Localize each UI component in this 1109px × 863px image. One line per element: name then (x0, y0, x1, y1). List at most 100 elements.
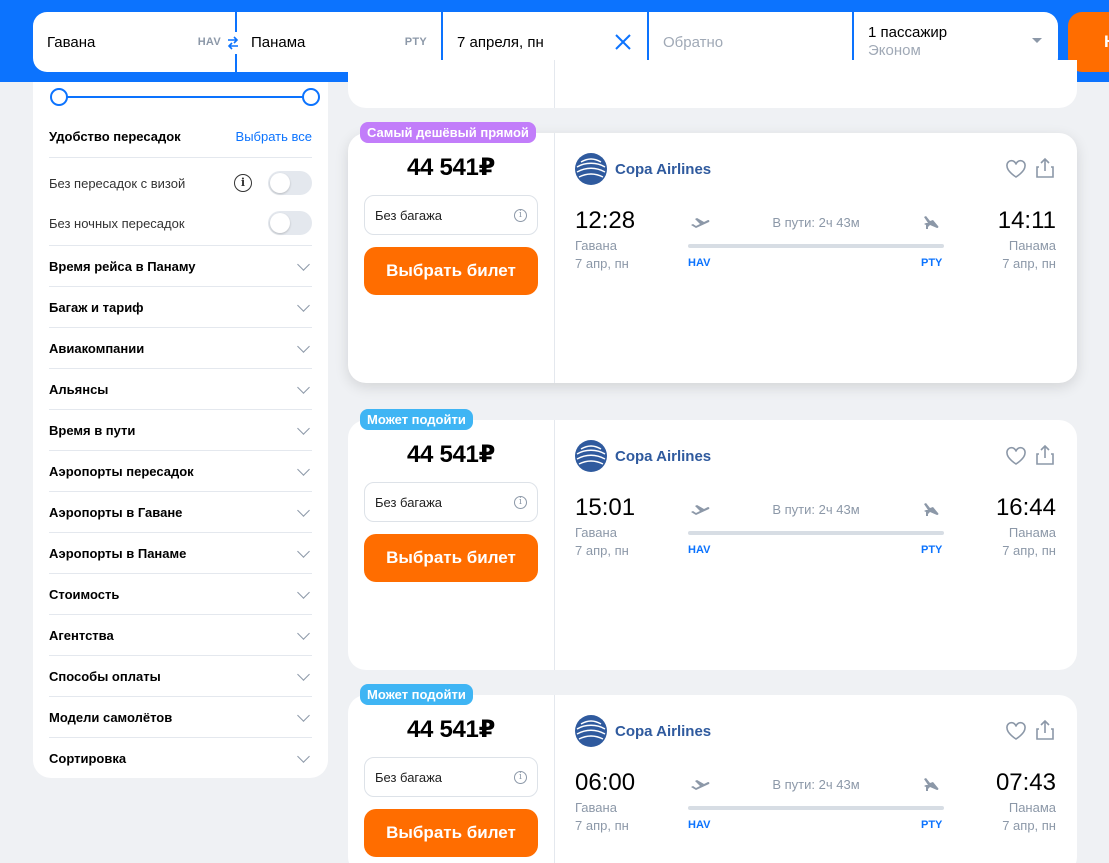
passengers-count: 1 пассажир (868, 24, 948, 41)
heart-icon[interactable] (1005, 446, 1027, 466)
filter-section-label: Стоимость (49, 586, 120, 602)
select-ticket-button[interactable]: Выбрать билет (364, 534, 538, 582)
airline-logo-icon (575, 153, 607, 185)
flight-duration: В пути: 2ч 43м (772, 777, 860, 792)
filter-section-label: Время в пути (49, 422, 136, 438)
origin-city: Гавана (47, 33, 96, 51)
info-icon[interactable]: i (514, 208, 527, 222)
origin-field[interactable]: Гавана HAV (33, 12, 244, 72)
filter-section-label: Авиакомпании (49, 340, 145, 356)
filter-section[interactable]: Агентства (49, 615, 312, 656)
info-icon[interactable]: i (514, 770, 527, 784)
filter-section[interactable]: Способы оплаты (49, 656, 312, 697)
depart-date: 7 апреля, пн (457, 33, 544, 51)
chevron-down-icon (297, 462, 310, 476)
return-placeholder: Обратно (663, 33, 724, 51)
select-ticket-button[interactable]: Выбрать билет (364, 809, 538, 857)
night-transfer-toggle[interactable] (268, 211, 312, 235)
origin-iata: HAV (197, 36, 221, 48)
landing-plane-icon (924, 216, 939, 229)
baggage-option[interactable]: Без багажа i (364, 757, 538, 797)
chevron-down-icon (297, 503, 310, 517)
arrival-time: 14:11 (997, 207, 1056, 234)
ticket-card[interactable]: Самый дешёвый прямой 44 541₽ Без багажа … (348, 122, 1077, 383)
landing-plane-icon (924, 503, 939, 516)
ticket-card-previous (348, 60, 1077, 108)
filters-sidebar: Удобство пересадок Выбрать все Без перес… (33, 82, 328, 778)
filter-section[interactable]: Стоимость (49, 574, 312, 615)
close-icon[interactable] (613, 32, 633, 52)
filter-section[interactable]: Сортировка (49, 738, 312, 779)
flight-track (688, 244, 944, 248)
ticket-card[interactable]: Может подойти 44 541₽ Без багажа i Выбра… (348, 684, 1077, 863)
filter-section[interactable]: Аэропорты в Панаме (49, 533, 312, 574)
departure-date: 7 апр, пн (575, 818, 629, 833)
toggle-label: Без пересадок с визой (49, 175, 186, 191)
flight-duration: В пути: 2ч 43м (772, 215, 860, 230)
departure-time: 15:01 (575, 494, 636, 521)
transfers-filter-header: Удобство пересадок Выбрать все (49, 129, 312, 144)
range-handle-min[interactable] (50, 88, 68, 106)
ticket-price: 44 541₽ (406, 716, 495, 743)
chevron-down-icon (297, 750, 310, 763)
share-icon[interactable] (1035, 444, 1055, 466)
airline-name: Copa Airlines (615, 722, 712, 740)
range-handle-max[interactable] (302, 88, 320, 106)
filter-section[interactable]: Время в пути (49, 410, 312, 451)
arrival-city: Панама (1008, 238, 1056, 253)
swap-icon[interactable] (222, 32, 244, 54)
baggage-option[interactable]: Без багажа i (364, 195, 538, 235)
chevron-down-icon (297, 421, 310, 435)
flight-track (688, 531, 944, 535)
visa-transfer-toggle[interactable] (268, 171, 312, 195)
select-ticket-button[interactable]: Выбрать билет (364, 247, 538, 295)
filter-section[interactable]: Аэропорты пересадок (49, 451, 312, 492)
select-all-link[interactable]: Выбрать все (236, 129, 312, 144)
heart-icon[interactable] (1005, 159, 1027, 179)
filter-section-label: Модели самолётов (49, 709, 173, 725)
chevron-down-icon (297, 626, 310, 640)
info-icon[interactable]: i (234, 174, 252, 192)
arrival-date: 7 апр, пн (1002, 256, 1056, 271)
ticket-card[interactable]: Может подойти 44 541₽ Без багажа i Выбра… (348, 409, 1077, 670)
divider (49, 157, 312, 158)
departure-date: 7 апр, пн (575, 543, 629, 558)
divider (554, 133, 555, 383)
arrival-date: 7 апр, пн (1002, 818, 1056, 833)
destination-iata: PTY (404, 36, 427, 48)
ticket-badge: Может подойти (360, 409, 473, 430)
airline-name: Copa Airlines (615, 160, 712, 178)
filter-section[interactable]: Авиакомпании (49, 328, 312, 369)
baggage-option[interactable]: Без багажа i (364, 482, 538, 522)
departure-city: Гавана (575, 525, 617, 540)
departure-city: Гавана (575, 800, 617, 815)
share-icon[interactable] (1035, 719, 1055, 741)
range-slider[interactable] (50, 88, 320, 106)
info-icon[interactable]: i (514, 495, 527, 509)
filter-section[interactable]: Аэропорты в Гаване (49, 492, 312, 533)
toggle-row-night: Без ночных пересадок (49, 210, 312, 236)
filter-section-label: Время рейса в Панаму (49, 258, 196, 274)
chevron-down-icon (297, 298, 310, 312)
cabin-class: Эконом (868, 42, 921, 59)
arrival-iata: PTY (921, 544, 943, 556)
departure-date: 7 апр, пн (575, 256, 629, 271)
arrival-date: 7 апр, пн (1002, 543, 1056, 558)
destination-city: Панама (251, 33, 306, 51)
flight-duration: В пути: 2ч 43м (772, 502, 860, 517)
filter-section[interactable]: Альянсы (49, 369, 312, 410)
filter-section-label: Аэропорты в Панаме (49, 545, 187, 561)
arrival-iata: PTY (921, 819, 943, 831)
filter-section[interactable]: Модели самолётов (49, 697, 312, 738)
share-icon[interactable] (1035, 157, 1055, 179)
filter-section-label: Аэропорты пересадок (49, 463, 194, 479)
chevron-down-icon (297, 667, 310, 681)
filter-section-label: Багаж и тариф (49, 299, 144, 315)
filter-section[interactable]: Багаж и тариф (49, 287, 312, 328)
divider (554, 60, 555, 108)
heart-icon[interactable] (1005, 721, 1027, 741)
toggle-row-visa: Без пересадок с визой i (49, 170, 312, 196)
ticket-price: 44 541₽ (406, 154, 495, 181)
departure-time: 12:28 (575, 207, 636, 234)
filter-section[interactable]: Время рейса в Панаму (49, 246, 312, 287)
